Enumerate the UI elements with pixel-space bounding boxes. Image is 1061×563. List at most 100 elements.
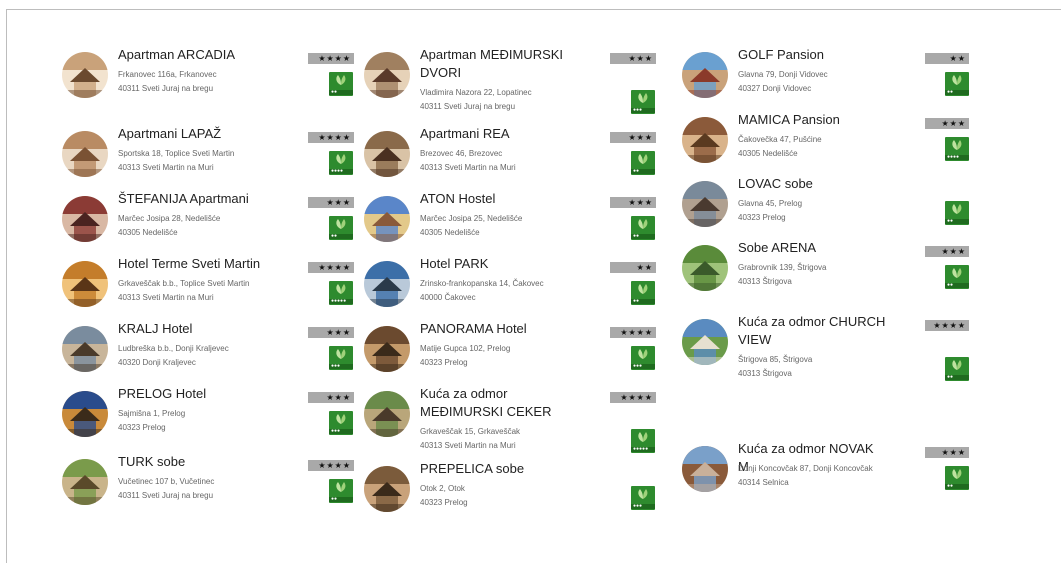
listing-address: Grabrovnik 139, Štrigova <box>738 263 827 272</box>
listing-address: Ludbreška b.b., Donji Kraljevec <box>118 344 229 353</box>
listing-address: Zrinsko-frankopanska 14, Čakovec <box>420 279 544 288</box>
listing-postcode: 40311 Sveti Juraj na bregu <box>420 102 516 111</box>
listing-name[interactable]: PRELOG Hotel <box>118 385 278 403</box>
listing-photo[interactable] <box>364 466 410 512</box>
listing-postcode: 40305 Nedelišće <box>420 228 480 237</box>
star-rating: ★★★★ <box>308 53 354 64</box>
listing-name[interactable]: Hotel PARK <box>420 255 580 273</box>
listing-postcode: 40000 Čakovec <box>420 293 476 302</box>
star-rating: ★★ <box>610 262 656 273</box>
eco-level: ●● <box>329 497 353 502</box>
listing-name[interactable]: Hotel Terme Sveti Martin <box>118 255 278 273</box>
listing-photo[interactable] <box>62 261 108 307</box>
listing-name[interactable]: GOLF Pansion <box>738 46 888 64</box>
listing-name[interactable]: Sobe ARENA <box>738 239 888 257</box>
listing-photo[interactable] <box>682 181 728 227</box>
listing-name[interactable]: Apartman ARCADIA <box>118 46 278 64</box>
listing-photo[interactable] <box>682 52 728 98</box>
listing-postcode: 40313 Sveti Martin na Muri <box>118 163 214 172</box>
eco-label-icon: ●● <box>945 201 969 225</box>
listing-photo[interactable] <box>62 391 108 437</box>
star-rating: ★★★ <box>610 53 656 64</box>
listing-postcode: 40323 Prelog <box>738 213 786 222</box>
eco-level: ●● <box>945 283 969 288</box>
star-rating: ★★★★ <box>925 320 969 331</box>
eco-label-icon: ●●●●● <box>631 429 655 453</box>
listing-address: Glavna 45, Prelog <box>738 199 803 208</box>
eco-label-icon: ●● <box>329 72 353 96</box>
eco-label-icon: ●●● <box>329 346 353 370</box>
eco-label-icon: ●●● <box>329 411 353 435</box>
listing-photo[interactable] <box>364 52 410 98</box>
star-rating: ★★★ <box>308 392 354 403</box>
listing-photo[interactable] <box>682 319 728 365</box>
listing-postcode: 40313 Sveti Martin na Muri <box>420 441 516 450</box>
eco-level: ●●● <box>329 364 353 369</box>
listing-name[interactable]: Apartman MEĐIMURSKI DVORI <box>420 46 580 82</box>
listing-postcode: 40323 Prelog <box>420 358 468 367</box>
eco-label-icon: ●● <box>329 216 353 240</box>
star-rating: ★★★ <box>308 327 354 338</box>
listing-postcode: 40320 Donji Kraljevec <box>118 358 196 367</box>
listing-postcode: 40311 Sveti Juraj na bregu <box>118 84 214 93</box>
listing-address: Marčec Josipa 28, Nedelišće <box>118 214 221 223</box>
listing-name[interactable]: KRALJ Hotel <box>118 320 278 338</box>
listing-photo[interactable] <box>682 245 728 291</box>
listing-name[interactable]: Kuća za odmor CHURCH VIEW <box>738 313 888 349</box>
listing-name[interactable]: PANORAMA Hotel <box>420 320 580 338</box>
eco-label-icon: ●● <box>329 479 353 503</box>
listing-postcode: 40313 Sveti Martin na Muri <box>118 293 214 302</box>
star-rating: ★★★★ <box>308 460 354 471</box>
eco-label-icon: ●● <box>945 466 969 490</box>
listing-address: Matije Gupca 102, Prelog <box>420 344 511 353</box>
listing-name[interactable]: Apartmani REA <box>420 125 580 143</box>
listing-photo[interactable] <box>682 117 728 163</box>
eco-label-icon: ●●● <box>631 90 655 114</box>
listing-address: Sajmišna 1, Prelog <box>118 409 186 418</box>
listing-address: Vučetinec 107 b, Vučetinec <box>118 477 215 486</box>
eco-level: ●●● <box>329 429 353 434</box>
listing-address: Grkaveščak b.b., Toplice Sveti Martin <box>118 279 250 288</box>
star-rating: ★★★★ <box>308 132 354 143</box>
star-rating: ★★★ <box>925 118 969 129</box>
eco-level: ●● <box>945 375 969 380</box>
star-rating: ★★★ <box>308 197 354 208</box>
listing-postcode: 40305 Nedelišće <box>118 228 178 237</box>
eco-label-icon: ●● <box>631 281 655 305</box>
listing-photo[interactable] <box>364 326 410 372</box>
eco-level: ●●● <box>631 504 655 509</box>
listing-name[interactable]: LOVAC sobe <box>738 175 888 193</box>
listing-photo[interactable] <box>364 196 410 242</box>
listing-photo[interactable] <box>682 446 728 492</box>
listing-postcode: 40313 Sveti Martin na Muri <box>420 163 516 172</box>
eco-label-icon: ●● <box>631 216 655 240</box>
listing-name[interactable]: Kuća za odmor MEĐIMURSKI CEKER <box>420 385 580 421</box>
listing-address: Vladimira Nazora 22, Lopatinec <box>420 88 532 97</box>
listing-name[interactable]: MAMICA Pansion <box>738 111 888 129</box>
listing-name[interactable]: ŠTEFANIJA Apartmani <box>118 190 278 208</box>
listing-address: Donji Koncovčak 87, Donji Koncovčak <box>738 464 873 473</box>
listing-name[interactable]: TURK sobe <box>118 453 278 471</box>
listing-photo[interactable] <box>62 459 108 505</box>
listing-photo[interactable] <box>62 326 108 372</box>
listing-photo[interactable] <box>364 261 410 307</box>
listing-photo[interactable] <box>364 131 410 177</box>
eco-level: ●●●● <box>945 155 969 160</box>
star-rating: ★★★★ <box>610 392 656 403</box>
listing-postcode: 40313 Štrigova <box>738 369 792 378</box>
listing-name[interactable]: Apartmani LAPAŽ <box>118 125 278 143</box>
listing-address: Štrigova 85, Štrigova <box>738 355 813 364</box>
listing-address: Frkanovec 116a, Frkanovec <box>118 70 217 79</box>
listing-photo[interactable] <box>364 391 410 437</box>
listing-postcode: 40314 Selnica <box>738 478 789 487</box>
listing-name[interactable]: PREPELICA sobe <box>420 460 580 478</box>
eco-level: ●● <box>631 169 655 174</box>
eco-level: ●● <box>631 234 655 239</box>
listing-photo[interactable] <box>62 131 108 177</box>
eco-label-icon: ●●●● <box>945 137 969 161</box>
listing-photo[interactable] <box>62 52 108 98</box>
listing-name[interactable]: ATON Hostel <box>420 190 580 208</box>
eco-label-icon: ●● <box>945 72 969 96</box>
listing-photo[interactable] <box>62 196 108 242</box>
eco-label-icon: ●● <box>945 265 969 289</box>
